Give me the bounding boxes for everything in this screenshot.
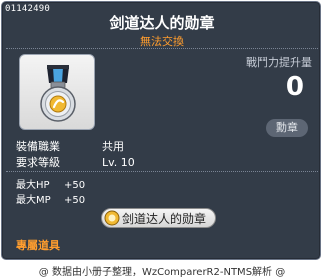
info-row-job: 裝備職業 共用: [16, 138, 124, 154]
divider: [6, 171, 318, 172]
item-icon-frame: [19, 54, 95, 130]
info-row-level: 要求等級 Lv. 10: [16, 154, 135, 170]
medal-mini-icon: [104, 210, 120, 226]
item-tooltip: 01142490 剑道达人的勋章 無法交換 戰鬥力提升量 0 勳章 裝備職業 共用…: [1, 1, 321, 260]
stat-row-hp: 最大HP +50: [16, 176, 85, 191]
stat-label: 最大HP: [16, 180, 50, 191]
item-name: 剑道达人的勋章: [109, 14, 215, 32]
divider: [6, 48, 318, 49]
info-value: 共用: [102, 140, 124, 153]
combat-power-title: 戰鬥力提升量: [246, 56, 312, 69]
stat-label: 最大MP: [16, 195, 51, 206]
info-value: Lv. 10: [102, 156, 135, 169]
stat-value: +50: [64, 195, 86, 206]
footer-credit: @ 数据由小册子整理，WzComparerR2-NTMS解析 @: [38, 267, 286, 278]
info-label: 要求等級: [16, 156, 60, 169]
medal-button-label: 剑道达人的勋章: [122, 211, 207, 226]
stat-value: +50: [64, 180, 86, 191]
medal-icon: [40, 65, 76, 122]
combat-power-value: 0: [285, 72, 304, 102]
trade-restriction: 無法交換: [140, 35, 184, 48]
category-tag: 勳章: [266, 119, 308, 137]
stat-row-mp: 最大MP +50: [16, 191, 85, 206]
info-label: 裝備職業: [16, 140, 60, 153]
exclusive-item-label: 專屬道具: [16, 239, 60, 252]
medal-title-button[interactable]: 剑道达人的勋章: [101, 208, 216, 228]
